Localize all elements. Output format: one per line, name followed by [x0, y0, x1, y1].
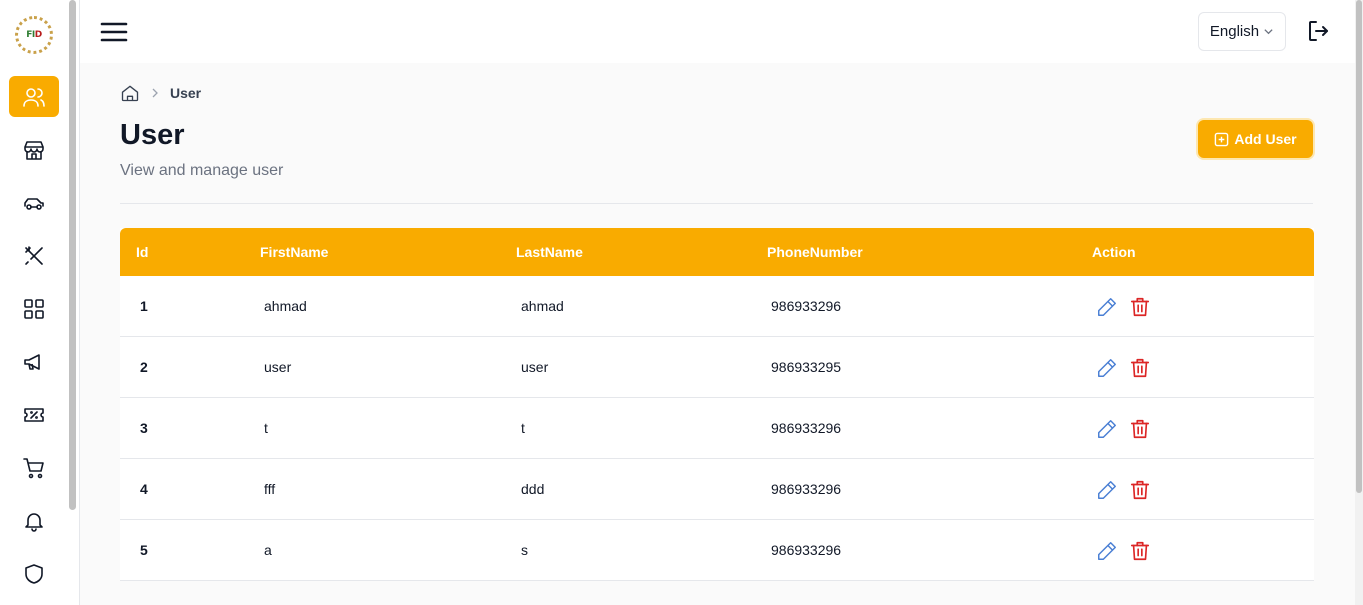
cell-phonenumber: 986933296 — [771, 298, 842, 314]
table-row: 2 user user 986933295 — [120, 337, 1314, 398]
page-title: User — [120, 119, 185, 151]
edit-icon[interactable] — [1096, 357, 1118, 379]
column-header-action: Action — [1092, 244, 1136, 260]
cart-icon — [23, 457, 44, 478]
cell-lastname: t — [521, 420, 525, 436]
delete-icon[interactable] — [1129, 540, 1151, 562]
cell-phonenumber: 986933296 — [771, 542, 842, 558]
sidebar-item-restaurants[interactable] — [9, 235, 59, 276]
table-header: Id FirstName LastName PhoneNumber Action — [120, 228, 1314, 276]
topbar: English — [80, 0, 1355, 63]
add-user-label: Add User — [1234, 131, 1297, 147]
language-label: English — [1209, 23, 1260, 40]
chevron-down-icon — [1264, 29, 1273, 35]
breadcrumb: User — [120, 83, 201, 103]
sidebar-item-orders[interactable] — [9, 447, 59, 488]
ticket-icon — [24, 407, 44, 422]
grid-icon — [24, 298, 44, 319]
cell-firstname: a — [264, 542, 272, 558]
delete-icon[interactable] — [1129, 479, 1151, 501]
home-icon[interactable] — [120, 83, 140, 103]
sidebar: FID — [0, 0, 80, 605]
delete-icon[interactable] — [1129, 357, 1151, 379]
users-table: Id FirstName LastName PhoneNumber Action… — [120, 228, 1314, 581]
sidebar-item-notifications[interactable] — [9, 500, 59, 541]
sidebar-scrollbar[interactable] — [69, 0, 76, 510]
divider — [120, 203, 1313, 204]
edit-icon[interactable] — [1096, 479, 1118, 501]
menu-icon[interactable] — [100, 20, 128, 44]
delete-icon[interactable] — [1129, 418, 1151, 440]
delete-icon[interactable] — [1129, 296, 1151, 318]
cell-firstname: t — [264, 420, 268, 436]
sidebar-item-security[interactable] — [9, 553, 59, 594]
breadcrumb-current: User — [170, 85, 202, 101]
sidebar-item-coupons[interactable] — [9, 394, 59, 435]
cell-firstname: user — [264, 359, 292, 375]
page-scrollbar-thumb[interactable] — [1356, 0, 1362, 493]
language-select[interactable]: English — [1198, 12, 1286, 51]
table-row: 1 ahmad ahmad 986933296 — [120, 276, 1314, 337]
cell-id: 4 — [140, 481, 148, 497]
car-icon — [24, 197, 44, 210]
cell-phonenumber: 986933296 — [771, 481, 842, 497]
table-row: 4 fff ddd 986933296 — [120, 459, 1314, 520]
cell-id: 5 — [140, 542, 148, 558]
cell-firstname: ahmad — [264, 298, 307, 314]
logo-text-a: FI — [26, 30, 35, 40]
logout-icon[interactable] — [1306, 19, 1330, 43]
cell-phonenumber: 986933296 — [771, 420, 842, 436]
cell-lastname: ddd — [521, 481, 545, 497]
column-header-firstname[interactable]: FirstName — [260, 244, 328, 260]
add-user-button[interactable]: Add User — [1198, 120, 1313, 158]
plus-square-icon — [1215, 132, 1229, 146]
cell-lastname: ahmad — [521, 298, 564, 314]
column-header-phonenumber[interactable]: PhoneNumber — [767, 244, 863, 260]
users-icon — [23, 87, 45, 107]
table-row: 3 t t 986933296 — [120, 398, 1314, 459]
sidebar-item-ads[interactable] — [9, 341, 59, 382]
chevron-right-icon — [152, 88, 158, 98]
page-subtitle: View and manage user — [120, 162, 284, 179]
sidebar-item-vehicles[interactable] — [9, 182, 59, 223]
cell-id: 1 — [140, 298, 148, 314]
cell-id: 2 — [140, 359, 148, 375]
cell-firstname: fff — [264, 481, 276, 497]
logo: FID — [15, 16, 53, 54]
utensils-icon — [25, 245, 43, 265]
edit-icon[interactable] — [1096, 418, 1118, 440]
column-header-id[interactable]: Id — [136, 244, 148, 260]
edit-icon[interactable] — [1096, 540, 1118, 562]
bell-icon — [25, 512, 43, 532]
sidebar-item-categories[interactable] — [9, 288, 59, 329]
cell-id: 3 — [140, 420, 148, 436]
cell-lastname: s — [521, 542, 528, 558]
sidebar-item-stores[interactable] — [9, 129, 59, 170]
cell-lastname: user — [521, 359, 549, 375]
megaphone-icon — [24, 353, 40, 370]
column-header-lastname[interactable]: LastName — [516, 244, 583, 260]
cell-phonenumber: 986933295 — [771, 359, 842, 375]
sidebar-item-users[interactable] — [9, 76, 59, 117]
logo-text-b: D — [34, 30, 42, 40]
main-content: User User View and manage user Add User … — [80, 63, 1355, 605]
table-row: 5 a s 986933296 — [120, 520, 1314, 581]
edit-icon[interactable] — [1096, 296, 1118, 318]
store-icon — [24, 140, 44, 160]
shield-icon — [25, 563, 43, 584]
